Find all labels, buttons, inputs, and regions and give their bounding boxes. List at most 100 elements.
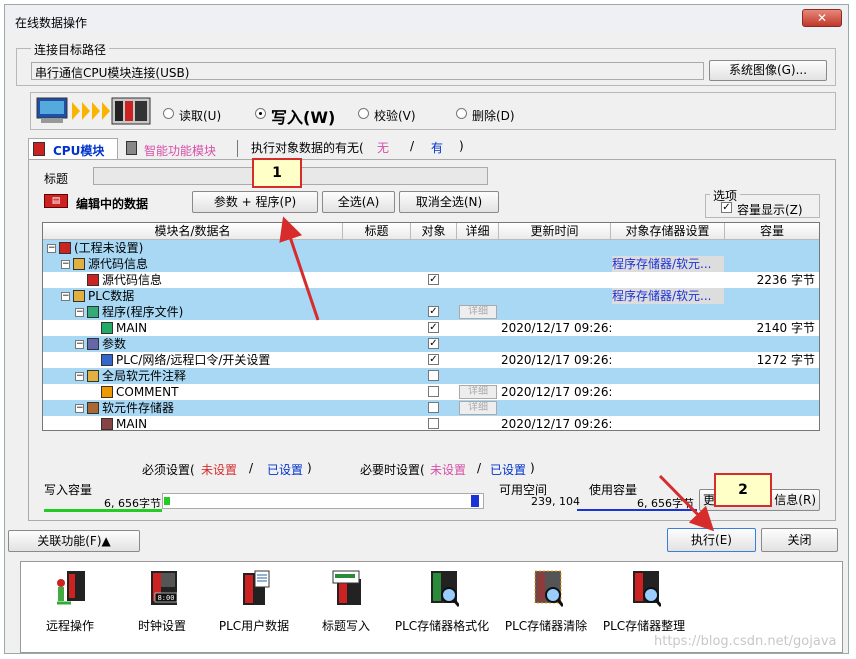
required-close: ) xyxy=(307,461,312,475)
table-row[interactable]: − 源代码信息 程序存储器/软元... xyxy=(43,256,819,272)
row-name: 参数 xyxy=(102,337,127,351)
detail-button[interactable]: 详细 xyxy=(459,401,497,415)
target-checkbox[interactable]: ✓ xyxy=(428,354,439,365)
tool-plc-user-data[interactable]: PLC用户数据 xyxy=(208,562,300,654)
table-row[interactable]: − 参数 ✓ xyxy=(43,336,819,352)
row-name: 源代码信息 xyxy=(88,257,149,271)
capacity-value xyxy=(726,368,815,384)
editing-data-label: 编辑中的数据 xyxy=(76,197,149,211)
connection-group-label: 连接目标路径 xyxy=(31,41,110,58)
target-checkbox[interactable] xyxy=(428,386,439,397)
col-header-detail[interactable]: 详细 xyxy=(457,223,499,240)
required-set: 已设置 xyxy=(267,463,304,477)
target-checkbox[interactable]: ✓ xyxy=(428,306,439,317)
tree-toggle[interactable]: − xyxy=(61,292,70,301)
write-capacity-fill xyxy=(164,497,170,505)
capacity-display-label[interactable]: 容量显示(Z) xyxy=(737,201,803,218)
update-time: 2020/12/17 09:26:39 xyxy=(501,385,611,399)
tree-toggle[interactable]: − xyxy=(75,404,84,413)
table-row[interactable]: − PLC数据 程序存储器/软元... xyxy=(43,288,819,304)
tool-clock-setting-label: 时钟设置 xyxy=(137,619,186,633)
close-window-button[interactable]: ✕ xyxy=(802,9,842,27)
tree-toggle[interactable]: − xyxy=(75,340,84,349)
capacity-display-checkbox[interactable]: ✓ xyxy=(721,202,732,213)
table-row[interactable]: − 软元件存储器 详细 xyxy=(43,400,819,416)
write-capacity-label: 写入容量 xyxy=(44,483,93,497)
memory-setting xyxy=(612,304,724,320)
tool-plc-memory-clear[interactable]: PLC存储器清除 xyxy=(496,562,596,654)
execute-button[interactable]: 执行(E) xyxy=(667,528,756,552)
tool-title-write[interactable]: 标题写入 xyxy=(300,562,392,654)
detail-button[interactable]: 详细 xyxy=(459,305,497,319)
tree-toggle[interactable]: − xyxy=(75,372,84,381)
row-name: (工程未设置) xyxy=(74,241,144,255)
verify-radio-label[interactable]: 校验(V) xyxy=(374,107,416,124)
table-row[interactable]: − (工程未设置) xyxy=(43,240,819,256)
system-image-button[interactable]: 系统图像(G)... xyxy=(709,60,827,81)
annotation-marker-2: 2 xyxy=(714,473,772,507)
target-checkbox[interactable]: ✓ xyxy=(428,338,439,349)
target-checkbox[interactable] xyxy=(428,370,439,381)
tool-clock-setting[interactable]: 8:00 时钟设置 xyxy=(116,562,208,654)
related-functions-button[interactable]: 关联功能(F)▲ xyxy=(8,530,140,552)
table-row[interactable]: − 全局软元件注释 xyxy=(43,368,819,384)
tab-intelligent-module[interactable]: 智能功能模块 xyxy=(122,138,232,160)
memory-setting xyxy=(612,384,724,400)
target-checkbox[interactable] xyxy=(428,418,439,429)
target-checkbox[interactable] xyxy=(428,402,439,413)
tree-toggle[interactable]: − xyxy=(61,260,70,269)
param-program-button[interactable]: 参数 + 程序(P) xyxy=(192,191,318,213)
table-row[interactable]: PLC/网络/远程口令/开关设置 ✓ 2020/12/17 09:26:38 1272… xyxy=(43,352,819,368)
tool-plc-memory-format[interactable]: PLC存储器格式化 xyxy=(392,562,492,654)
verify-radio[interactable] xyxy=(358,108,369,119)
delete-radio[interactable] xyxy=(456,108,467,119)
deselect-all-button[interactable]: 取消全选(N) xyxy=(399,191,499,213)
update-time xyxy=(501,272,611,288)
update-time: 2020/12/17 09:26:38 xyxy=(501,353,611,367)
read-radio[interactable] xyxy=(163,108,174,119)
row-name: MAIN xyxy=(116,417,148,431)
read-radio-label[interactable]: 读取(U) xyxy=(179,107,221,124)
target-checkbox[interactable]: ✓ xyxy=(428,322,439,333)
title-bar: 在线数据操作 ✕ xyxy=(5,5,848,33)
col-header-update-time[interactable]: 更新时间 xyxy=(499,223,611,240)
write-radio-label[interactable]: 写入(W) xyxy=(271,104,335,128)
target-checkbox[interactable]: ✓ xyxy=(428,274,439,285)
memory-setting[interactable]: 程序存储器/软元... xyxy=(612,288,724,304)
col-header-memory[interactable]: 对象存储器设置 xyxy=(611,223,725,240)
table-row[interactable]: MAIN 2020/12/17 09:26:40 xyxy=(43,416,819,431)
tree-toggle[interactable]: − xyxy=(47,244,56,253)
col-header-title[interactable]: 标题 xyxy=(343,223,411,240)
table-row[interactable]: 源代码信息 ✓ 2236 字节 xyxy=(43,272,819,288)
tool-plc-user-data-label: PLC用户数据 xyxy=(218,619,290,633)
write-radio[interactable] xyxy=(255,108,266,119)
col-header-capacity[interactable]: 容量 xyxy=(725,223,819,240)
row-name: 软元件存储器 xyxy=(102,401,175,415)
cpu-module-icon xyxy=(33,142,45,156)
memory-setting xyxy=(612,352,724,368)
update-time xyxy=(501,256,611,272)
select-all-button[interactable]: 全选(A) xyxy=(322,191,395,213)
tool-title-write-label: 标题写入 xyxy=(321,619,370,633)
detail-button[interactable]: 详细 xyxy=(459,385,497,399)
table-row[interactable]: − 程序(程序文件) ✓ 详细 xyxy=(43,304,819,320)
close-button[interactable]: 关闭 xyxy=(761,528,838,552)
tool-remote-operation[interactable]: 远程操作 xyxy=(24,562,116,654)
memory-setting[interactable]: 程序存储器/软元... xyxy=(612,256,724,272)
table-row[interactable]: MAIN ✓ 2020/12/17 09:26:39 2140 字节 xyxy=(43,320,819,336)
capacity-value: 2236 字节 xyxy=(756,273,815,287)
table-row[interactable]: COMMENT 详细 2020/12/17 09:26:39 xyxy=(43,384,819,400)
free-space-value: 239, 104 xyxy=(531,495,580,508)
plc-memory-format-icon xyxy=(431,571,459,607)
remote-operation-icon xyxy=(57,571,85,605)
annotation-marker-1: 1 xyxy=(252,158,302,188)
capacity-value xyxy=(726,336,815,352)
col-header-target[interactable]: 对象 xyxy=(411,223,457,240)
tree-toggle[interactable]: − xyxy=(75,308,84,317)
update-time xyxy=(501,368,611,384)
col-header-name[interactable]: 模块名/数据名 xyxy=(43,223,343,240)
tab-cpu-module[interactable]: CPU模块 xyxy=(28,138,118,160)
update-time: 2020/12/17 09:26:40 xyxy=(501,417,611,431)
capacity-value: 1272 字节 xyxy=(756,353,815,367)
delete-radio-label[interactable]: 删除(D) xyxy=(472,107,515,124)
